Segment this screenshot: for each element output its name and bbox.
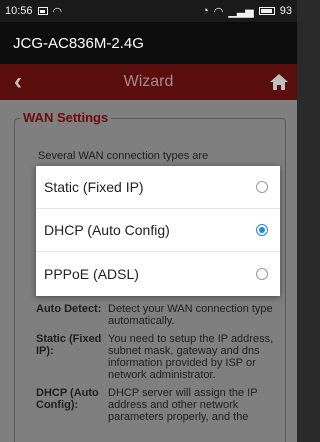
wan-description-list: Auto Detect: Detect your WAN connection … xyxy=(36,303,286,429)
chevron-left-icon: ‹ xyxy=(14,68,22,95)
image-notification-icon xyxy=(37,7,48,15)
status-time: 10:56 xyxy=(5,5,33,17)
wan-intro-text: Several WAN connection types are xyxy=(38,150,209,162)
option-label: Static (Fixed IP) xyxy=(44,179,144,195)
description-text: You need to setup the IP address, subnet… xyxy=(108,333,274,381)
back-button[interactable]: ‹ xyxy=(0,64,36,100)
cell-signal-icon: ▁▃▅ xyxy=(228,5,254,18)
alarm-icon: ◔ xyxy=(202,5,209,17)
home-button[interactable] xyxy=(261,64,297,100)
wifi-notification-icon: ◠ xyxy=(52,5,63,18)
description-text: Detect your WAN connection type automati… xyxy=(108,303,273,327)
option-static[interactable]: Static (Fixed IP) xyxy=(36,166,280,209)
status-bar: 10:56 ◠ ◔ ◠ ▁▃▅ 93 xyxy=(0,0,297,22)
description-term: DHCP (Auto Config): xyxy=(36,387,99,411)
app-title: JCG-AC836M-2.4G xyxy=(13,34,144,52)
description-row: Auto Detect: Detect your WAN connection … xyxy=(36,303,286,327)
wifi-signal-icon: ◠ xyxy=(213,5,224,18)
wan-settings-legend: WAN Settings xyxy=(20,110,112,125)
battery-level: 93 xyxy=(279,5,292,17)
wan-type-dialog: Static (Fixed IP) DHCP (Auto Config) PPP… xyxy=(36,166,280,296)
option-label: DHCP (Auto Config) xyxy=(44,222,170,238)
battery-icon xyxy=(258,7,275,15)
app-title-bar: JCG-AC836M-2.4G xyxy=(0,22,297,64)
description-term: Auto Detect: xyxy=(36,303,102,315)
description-term: Static (Fixed IP): xyxy=(36,333,102,357)
description-row: DHCP (Auto Config): DHCP server will ass… xyxy=(36,387,286,423)
description-text: DHCP server will assign the IP address a… xyxy=(108,387,258,423)
option-dhcp[interactable]: DHCP (Auto Config) xyxy=(36,209,280,252)
option-pppoe[interactable]: PPPoE (ADSL) xyxy=(36,252,280,295)
home-icon xyxy=(270,74,288,90)
radio-selected-icon[interactable] xyxy=(256,224,268,236)
radio-unselected-icon[interactable] xyxy=(256,181,268,193)
description-row: Static (Fixed IP): You need to setup the… xyxy=(36,333,286,381)
nav-title: Wizard xyxy=(123,73,174,90)
radio-unselected-icon[interactable] xyxy=(256,267,268,280)
nav-bar: ‹ Wizard xyxy=(0,64,297,100)
option-label: PPPoE (ADSL) xyxy=(44,265,139,282)
